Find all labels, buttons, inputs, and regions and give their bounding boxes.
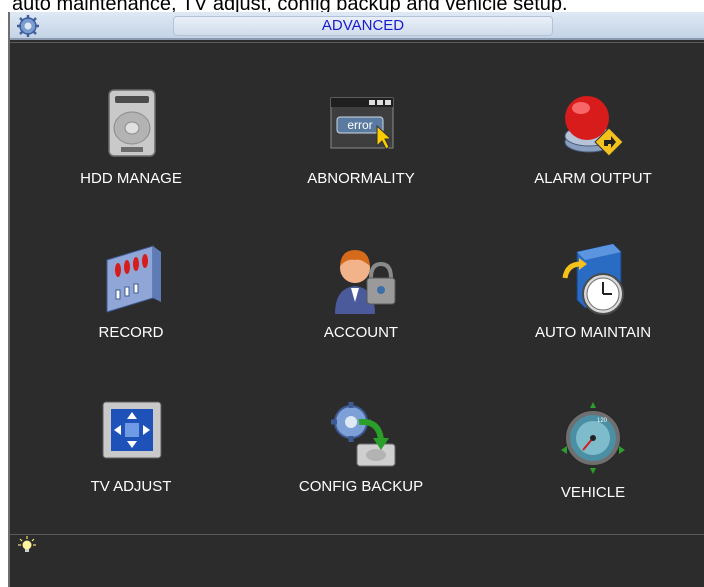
tile-label: RECORD — [98, 324, 164, 341]
tile-label: AUTO MAINTAIN — [534, 324, 652, 341]
tv-adjust-icon — [102, 401, 162, 459]
window-title: ADVANCED — [173, 16, 553, 36]
advanced-window: ADVANCED HDD MANAGE error ABNORMALITY AL… — [8, 12, 704, 587]
error-window-icon: error — [330, 97, 394, 150]
record-tile[interactable]: RECORD — [41, 238, 221, 341]
hdd-manage-tile[interactable]: HDD MANAGE — [41, 84, 221, 187]
account-icon — [335, 250, 396, 314]
tile-label: VEHICLE — [560, 484, 626, 501]
tile-label: CONFIG BACKUP — [298, 478, 424, 495]
config-backup-icon — [331, 402, 396, 467]
title-bar: ADVANCED — [10, 12, 704, 40]
auto-maintain-tile[interactable]: AUTO MAINTAIN — [503, 238, 683, 341]
tile-label: ALARM OUTPUT — [534, 170, 652, 187]
svg-text:120: 120 — [597, 418, 608, 424]
alarm-button-icon — [564, 96, 624, 157]
alarm-output-tile[interactable]: ALARM OUTPUT — [503, 84, 683, 187]
gear-icon — [17, 15, 39, 37]
tile-label: HDD MANAGE — [80, 170, 182, 187]
tile-label: ABNORMALITY — [307, 170, 415, 187]
auto-maintain-icon — [562, 243, 624, 315]
tile-label: TV ADJUST — [90, 478, 172, 495]
status-divider — [10, 534, 704, 535]
record-icon — [106, 245, 161, 313]
abnormality-tile[interactable]: error ABNORMALITY — [271, 84, 451, 187]
tile-label: ACCOUNT — [323, 324, 399, 341]
config-backup-tile[interactable]: CONFIG BACKUP — [271, 392, 451, 495]
lightbulb-icon — [18, 536, 36, 552]
divider — [10, 42, 704, 43]
tv-adjust-tile[interactable]: TV ADJUST — [41, 392, 221, 495]
svg-text:error: error — [347, 118, 372, 132]
speedometer-icon: 120 — [561, 402, 625, 474]
vehicle-tile[interactable]: 120 VEHICLE — [503, 398, 683, 501]
hdd-icon — [108, 89, 156, 157]
account-tile[interactable]: ACCOUNT — [271, 238, 451, 341]
